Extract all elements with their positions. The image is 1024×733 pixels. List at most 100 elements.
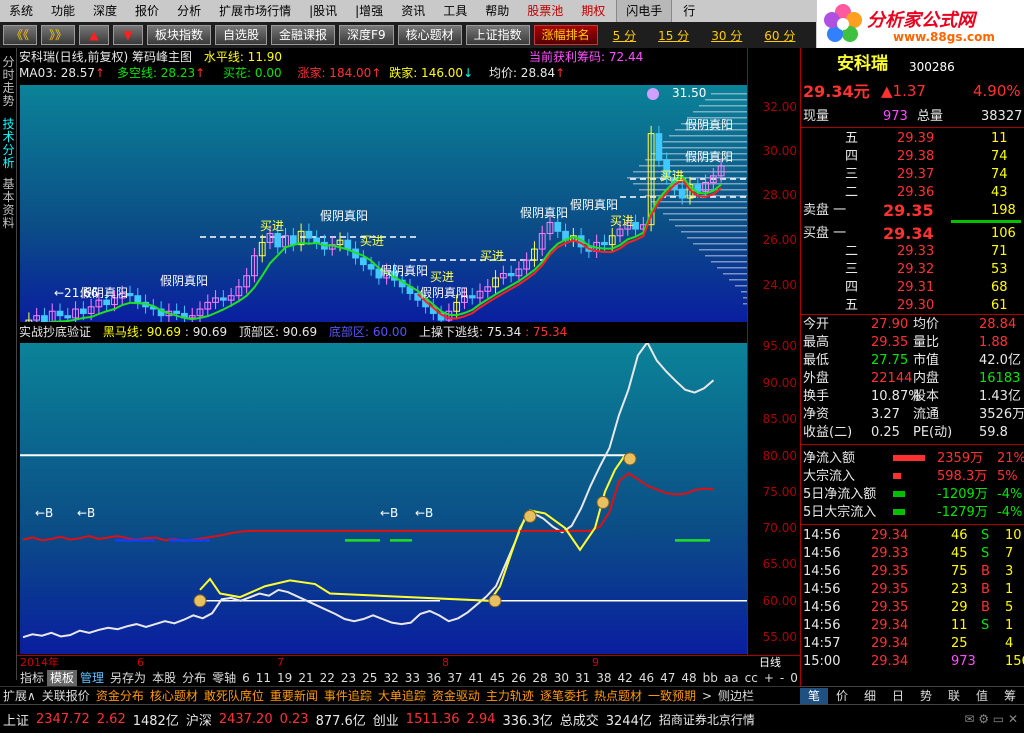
news-tab-3[interactable]: 核心题材 [147,688,201,704]
news-tab-9[interactable]: 主力轨迹 [483,688,537,704]
indicator-tab-10[interactable]: 21 [295,670,316,686]
quote-tab-6[interactable]: 值 [968,688,996,704]
quote-tab-7[interactable]: 筹 [996,688,1024,704]
menu-item-12[interactable]: 期权 [572,0,614,22]
indicator-tab-12[interactable]: 23 [338,670,359,686]
indicator-tab-16[interactable]: 36 [423,670,444,686]
indicator-tab-15[interactable]: 33 [402,670,423,686]
news-tab-12[interactable]: 一致预期 [645,688,699,704]
indicator-tab-30[interactable]: aa [721,670,742,686]
news-tab-6[interactable]: 事件追踪 [321,688,375,704]
news-tab-7[interactable]: 大单追踪 [375,688,429,704]
indicator-tab-1[interactable]: 模板 [47,669,78,686]
indicator-tab-3[interactable]: 另存为 [107,670,149,686]
indicator-tab-32[interactable]: + [761,670,777,686]
indicator-tab-27[interactable]: 47 [657,670,678,686]
quote-tab-2[interactable]: 细 [856,688,884,704]
indicator-tab-7[interactable]: 6 [239,670,253,686]
indicator-tab-17[interactable]: 37 [444,670,465,686]
indicator-tab-23[interactable]: 31 [572,670,593,686]
quote-tab-1[interactable]: 价 [828,688,856,704]
sh-label[interactable]: 上证 [3,710,29,729]
cy-label[interactable]: 创业 [373,710,399,729]
tab-fundamentals[interactable]: 基本资料 [1,178,16,230]
news-tab-0[interactable]: 扩展∧ [0,688,39,704]
menu-item-2[interactable]: 深度 [84,0,126,22]
core-theme-button[interactable]: 核心题材 [397,25,462,45]
tab-technical[interactable]: 技术分析 [1,118,16,170]
down-button[interactable]: ▼ [113,25,143,45]
quote-tab-0[interactable]: 笔 [800,687,828,704]
watchlist-button[interactable]: 自选股 [215,25,268,45]
period-30min[interactable]: 30 分 [711,27,742,44]
news-tab-11[interactable]: 热点题材 [591,688,645,704]
menu-item-11[interactable]: 股票池 [518,0,572,22]
finance-button[interactable]: 金融课报 [271,25,336,45]
menu-item-14[interactable]: 行 [674,0,704,22]
indicator-tab-25[interactable]: 42 [615,670,636,686]
tick-count: 5 [1005,600,1014,615]
indicator-tab-8[interactable]: 11 [253,670,274,686]
forward-button[interactable]: 》》 [41,25,75,45]
menu-item-7[interactable]: |增强 [346,0,392,22]
indicator-tab-2[interactable]: 管理 [77,670,107,686]
indicator-tab-5[interactable]: 分布 [179,670,209,686]
menu-item-6[interactable]: |股讯 [300,0,346,22]
indicator-tab-24[interactable]: 38 [593,670,614,686]
indicator-tab-28[interactable]: 48 [678,670,699,686]
period-label[interactable]: 日线 [759,656,781,669]
news-tab-4[interactable]: 敢死队席位 [201,688,267,704]
period-15min[interactable]: 15 分 [658,27,689,44]
indicator-plot[interactable]: ←B ←B ←B ←B [20,340,747,654]
indicator-tab-31[interactable]: cc [742,670,761,686]
indicator-tab-14[interactable]: 32 [380,670,401,686]
indicator-tab-4[interactable]: 本股 [149,670,179,686]
indicator-tab-11[interactable]: 22 [317,670,338,686]
menu-item-10[interactable]: 帮助 [476,0,518,22]
indicator-tab-26[interactable]: 46 [636,670,657,686]
news-tab-1[interactable]: 关联报价 [39,688,93,704]
menu-item-1[interactable]: 功能 [42,0,84,22]
news-tab-8[interactable]: 资金驱动 [429,688,483,704]
quote-tab-4[interactable]: 势 [912,688,940,704]
indicator-tab-0[interactable]: 指标 [17,670,47,686]
quote-tab-5[interactable]: 联 [940,688,968,704]
indicator-tab-34[interactable]: 0 [787,670,801,686]
gain-rank-button[interactable]: 涨幅排名 [533,25,598,45]
news-tab-2[interactable]: 资金分布 [93,688,147,704]
indicator-tab-21[interactable]: 28 [529,670,550,686]
sh-index-button[interactable]: 上证指数 [465,25,530,45]
indicator-tab-22[interactable]: 30 [551,670,572,686]
indicator-tab-18[interactable]: 41 [466,670,487,686]
menu-item-4[interactable]: 分析 [168,0,210,22]
indicator-tab-29[interactable]: bb [700,670,721,686]
menu-item-3[interactable]: 报价 [126,0,168,22]
menu-item-5[interactable]: 扩展市场行情 [210,0,300,22]
menu-item-8[interactable]: 资讯 [392,0,434,22]
menu-item-9[interactable]: 工具 [434,0,476,22]
back-button[interactable]: 《《 [3,25,37,45]
depth-f9-button[interactable]: 深度F9 [339,25,394,45]
indicator-tab-20[interactable]: 26 [508,670,529,686]
news-tab-10[interactable]: 逐笔委托 [537,688,591,704]
menu-item-0[interactable]: 系统 [0,0,42,22]
sector-index-button[interactable]: 板块指数 [147,25,212,45]
candlestick-plot[interactable]: 买进 买进 买进 买进 买进 买进 假阴真阳 假阴真阳 假阴真阳 假阴真阳 假阴真阳 假阴真阳 假阴真阳… [20,85,747,332]
period-5min[interactable]: 5 分 [613,27,636,44]
news-tab-13[interactable]: > [699,688,715,704]
period-60min[interactable]: 60 分 [764,27,795,44]
hs-label[interactable]: 沪深 [186,710,212,729]
indicator-tab-9[interactable]: 19 [274,670,295,686]
up-button[interactable]: ▲ [79,25,109,45]
tab-intraday[interactable]: 分时走势 [1,56,16,108]
sh-amount: 1482亿 [132,713,179,729]
menu-item-13[interactable]: 闪电手 [616,0,673,23]
tray-icons[interactable]: ✉ ⚙ ▭ ✕ [964,712,1018,726]
indicator-tab-33[interactable]: - [777,670,787,686]
indicator-tab-19[interactable]: 45 [487,670,508,686]
quote-tab-3[interactable]: 日 [884,688,912,704]
news-tab-14[interactable]: 侧边栏 [715,688,757,704]
indicator-tab-13[interactable]: 25 [359,670,380,686]
news-tab-5[interactable]: 重要新闻 [267,688,321,704]
indicator-tab-6[interactable]: 零轴 [209,670,239,686]
